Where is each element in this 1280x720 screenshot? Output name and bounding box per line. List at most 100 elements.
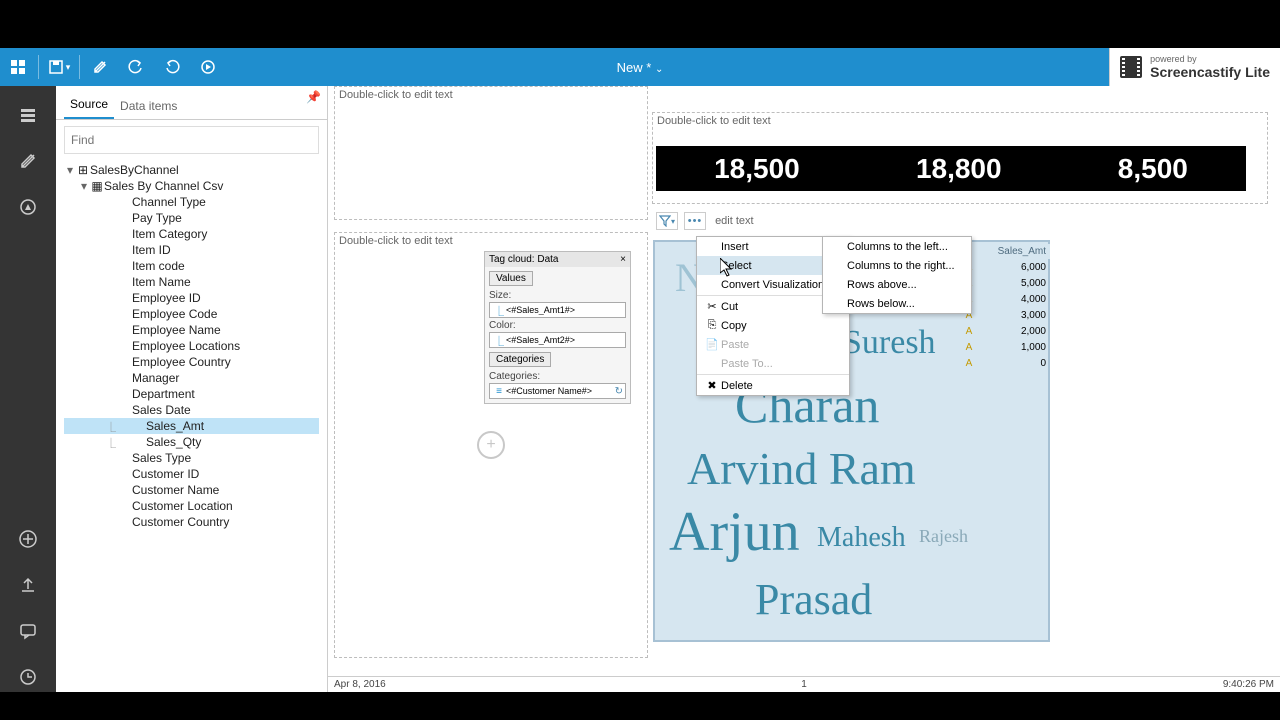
table-row: A0 (960, 355, 1050, 371)
tree-item[interactable]: Channel Type (64, 194, 319, 210)
properties-panel[interactable]: Tag cloud: Data × Values Size: ⎿<#Sales_A… (484, 251, 631, 404)
kpi-3: 8,500 (1118, 153, 1188, 185)
widget-mini-toolbar: ▾ ••• edit text (656, 212, 754, 230)
tree-item[interactable]: Sales_Amt (64, 418, 319, 434)
compass-icon[interactable] (13, 192, 43, 222)
add-icon[interactable] (13, 524, 43, 554)
more-button[interactable]: ••• (684, 212, 706, 230)
tab-data-items[interactable]: Data items (114, 93, 183, 119)
tree-item[interactable]: Item ID (64, 242, 319, 258)
tree-item[interactable]: Item Category (64, 226, 319, 242)
add-widget-button[interactable]: + (477, 431, 505, 459)
categories-tab-button[interactable]: Categories (489, 352, 551, 367)
tab-source[interactable]: Source (64, 91, 114, 119)
word-prasad: Prasad (755, 574, 872, 625)
film-icon (1120, 56, 1142, 78)
status-bar: Apr 8, 2016 1 9:40:26 PM (328, 676, 1280, 692)
tree-item[interactable]: Item Name (64, 274, 319, 290)
table-row: A3,000 (960, 307, 1050, 323)
menu-item: 📄Paste (697, 335, 849, 354)
tree-item[interactable]: Employee Locations (64, 338, 319, 354)
properties-title: Tag cloud: Data (489, 254, 559, 265)
categories-slot[interactable]: ≡<#Customer Name#>↻ (489, 383, 626, 399)
tree-item[interactable]: Sales Date (64, 402, 319, 418)
kpi-1: 18,500 (714, 153, 800, 185)
tree-item[interactable]: Customer Name (64, 482, 319, 498)
word-suresh: Suresh (843, 324, 936, 362)
values-table: Sales_Amt A6,000A5,000A4,000A3,000A2,000… (960, 244, 1050, 371)
tree-item[interactable]: Employee Name (64, 322, 319, 338)
table-row: A5,000 (960, 275, 1050, 291)
source-tree: ▾⊞SalesByChannel▾▦Sales By Channel CsvCh… (56, 160, 327, 538)
pin-icon[interactable]: 📌 (306, 90, 321, 104)
tree-item[interactable]: Customer Location (64, 498, 319, 514)
menu-item[interactable]: Rows above... (823, 275, 971, 294)
top-toolbar: ▾ New * ⌄ (0, 48, 1280, 86)
placeholder-text: Double-click to edit text (335, 87, 647, 103)
tree-item[interactable]: Employee Code (64, 306, 319, 322)
status-page: 1 (801, 679, 807, 690)
word-arjun: Arjun (669, 500, 800, 564)
tree-item[interactable]: Pay Type (64, 210, 319, 226)
size-slot[interactable]: ⎿<#Sales_Amt1#> (489, 302, 626, 318)
values-tab-button[interactable]: Values (489, 271, 533, 286)
tree-item[interactable]: Item code (64, 258, 319, 274)
screencast-line1: powered by (1150, 54, 1270, 64)
menu-item[interactable]: ✖Delete (697, 376, 849, 395)
status-time: 9:40:26 PM (1223, 679, 1274, 690)
color-slot[interactable]: ⎿<#Sales_Amt2#> (489, 332, 626, 348)
placeholder-text: Double-click to edit text (653, 113, 1267, 129)
kpi-bar: 18,500 18,800 8,500 (656, 146, 1246, 191)
close-icon[interactable]: × (620, 254, 626, 265)
app-menu-button[interactable] (0, 48, 36, 86)
tree-item[interactable]: Customer ID (64, 466, 319, 482)
table-header: Sales_Amt (960, 244, 1050, 259)
menu-item: Paste To... (697, 354, 849, 373)
undo-button[interactable] (118, 48, 154, 86)
redo-button[interactable] (154, 48, 190, 86)
color-label: Color: (489, 320, 626, 331)
run-button[interactable] (190, 48, 226, 86)
source-panel: 📌 Source Data items ▾⊞SalesByChannel▾▦Sa… (56, 86, 328, 720)
table-row: A4,000 (960, 291, 1050, 307)
size-label: Size: (489, 290, 626, 301)
context-submenu[interactable]: Columns to the left...Columns to the rig… (822, 236, 972, 314)
tree-item[interactable]: Employee ID (64, 290, 319, 306)
pencil-icon[interactable] (13, 146, 43, 176)
categories-label: Categories: (489, 371, 626, 382)
screencastify-badge: powered by Screencastify Lite (1109, 48, 1280, 86)
cell-top-left[interactable]: Double-click to edit text (334, 86, 648, 220)
black-bar-bottom (0, 692, 1280, 720)
chat-icon[interactable] (13, 616, 43, 646)
table-row: A1,000 (960, 339, 1050, 355)
save-button[interactable]: ▾ (41, 48, 77, 86)
kpi-2: 18,800 (916, 153, 1002, 185)
placeholder-text: Double-click to edit text (335, 233, 647, 249)
tree-item[interactable]: Customer Country (64, 514, 319, 530)
table-row: A6,000 (960, 259, 1050, 275)
menu-item[interactable]: Columns to the right... (823, 256, 971, 275)
filter-button[interactable]: ▾ (656, 212, 678, 230)
edit-button[interactable] (82, 48, 118, 86)
status-date: Apr 8, 2016 (334, 679, 386, 690)
word-arvind: Arvind Ram (687, 442, 916, 495)
tree-item[interactable]: Employee Country (64, 354, 319, 370)
tree-item[interactable]: ▾▦Sales By Channel Csv (64, 178, 319, 194)
tree-item[interactable]: Department (64, 386, 319, 402)
document-title[interactable]: New * ⌄ (617, 60, 664, 75)
screencast-line2: Screencastify Lite (1150, 64, 1270, 80)
tree-item[interactable]: Sales Type (64, 450, 319, 466)
word-rajesh: Rajesh (919, 526, 968, 547)
find-input[interactable] (64, 126, 319, 154)
menu-item[interactable]: Rows below... (823, 294, 971, 313)
upload-icon[interactable] (13, 570, 43, 600)
data-icon[interactable] (13, 100, 43, 130)
clock-icon[interactable] (13, 662, 43, 692)
tree-item[interactable]: ▾⊞SalesByChannel (64, 162, 319, 178)
tree-item[interactable]: Manager (64, 370, 319, 386)
menu-item[interactable]: Columns to the left... (823, 237, 971, 256)
menu-item[interactable]: ⎘Copy (697, 316, 849, 335)
placeholder-text: edit text (715, 215, 754, 227)
tree-item[interactable]: Sales_Qty (64, 434, 319, 450)
table-row: A2,000 (960, 323, 1050, 339)
